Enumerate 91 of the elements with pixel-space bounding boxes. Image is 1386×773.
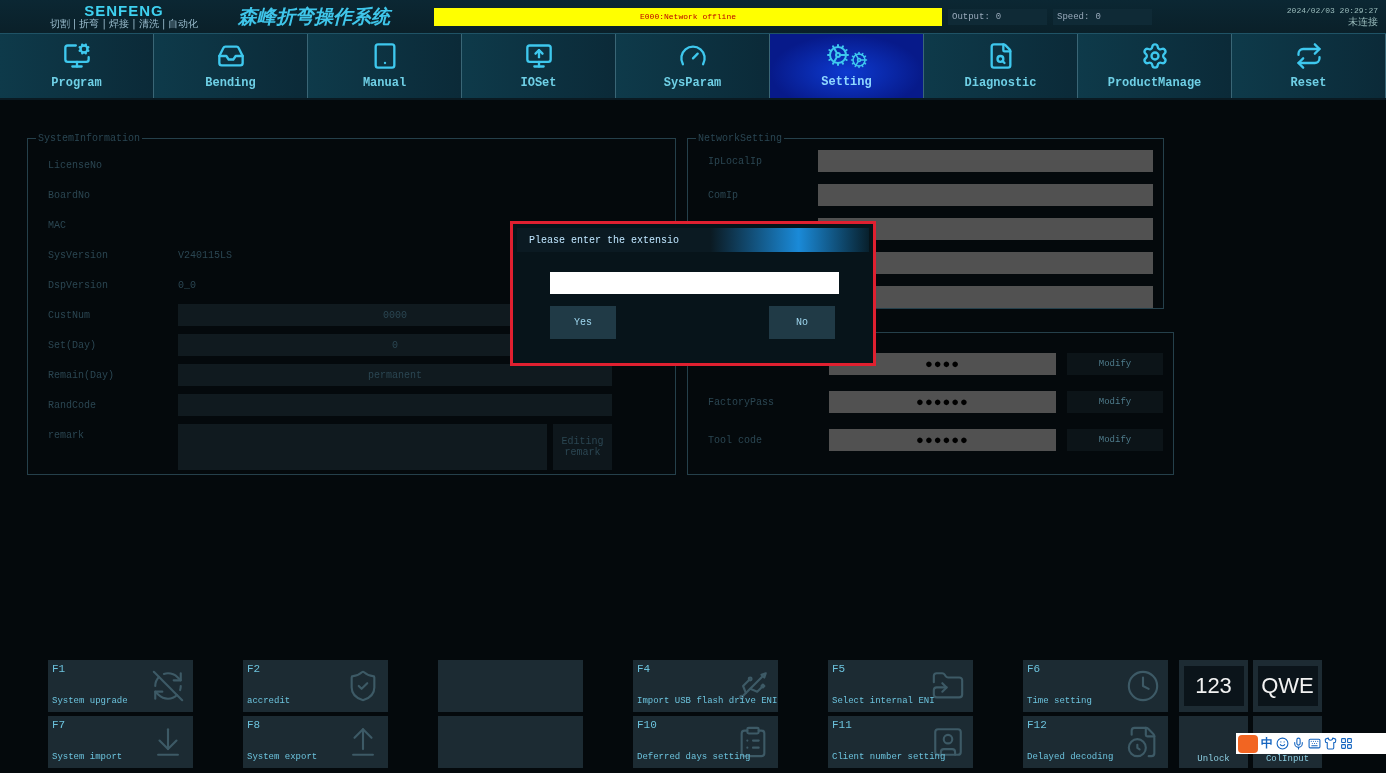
field-label: DspVersion (48, 278, 109, 293)
microphone-icon[interactable] (1292, 737, 1305, 750)
input-field[interactable] (818, 150, 1153, 172)
field-label: CustNum (48, 308, 91, 323)
nav-tab[interactable]: Bending (154, 34, 308, 98)
field-label: remark (48, 428, 85, 443)
function-label: System import (52, 752, 124, 762)
function-key-label: F1 (52, 663, 67, 675)
function-key-button[interactable]: F4 Import USB flash drive ENI (633, 660, 778, 712)
app-title: 森峰折弯操作系统 (238, 3, 434, 30)
nav-tab[interactable]: ProductManage (1078, 34, 1232, 98)
function-label: accredit (247, 696, 292, 706)
field-label: Set(Day) (48, 338, 97, 353)
panel-title: SystemInformation (37, 133, 142, 144)
logo: SENFENG (84, 3, 164, 18)
function-key-button[interactable]: F5 Select internal ENI (828, 660, 973, 712)
function-key-label: F11 (832, 719, 853, 731)
function-key-label: F7 (52, 719, 67, 731)
field-label: Tool code (708, 433, 763, 448)
function-key-button[interactable]: F11 Client number setting (828, 716, 973, 768)
function-key-label: F8 (247, 719, 262, 731)
ime-mode[interactable]: 中 (1261, 735, 1273, 752)
function-label: System upgrade (52, 696, 129, 706)
function-key-label: F12 (1027, 719, 1048, 731)
output-label: Output: (952, 11, 990, 22)
modify-button[interactable]: Modify (1067, 353, 1163, 375)
function-key-button[interactable]: F8 System export (243, 716, 388, 768)
clock-icon (1126, 669, 1160, 703)
field-label: BoardNo (48, 188, 91, 203)
function-key-button[interactable]: F12 Delayed decoding (1023, 716, 1168, 768)
function-label: System export (247, 752, 319, 762)
function-key-label: F6 (1027, 663, 1042, 675)
field-label: SysVersion (48, 248, 109, 263)
nav-tab[interactable]: Program (0, 34, 154, 98)
function-key-label: F2 (247, 663, 262, 675)
input-field[interactable] (550, 272, 839, 294)
function-label: Time setting (1027, 696, 1093, 706)
keyboard-icon[interactable] (1308, 737, 1321, 750)
gears-icon (825, 43, 868, 69)
modify-button[interactable]: Modify (1067, 429, 1163, 451)
function-key-button[interactable]: F2 accredit (243, 660, 388, 712)
nav-tab[interactable]: Reset (1232, 34, 1386, 98)
field-label: Remain(Day) (48, 368, 115, 383)
nav-tab[interactable]: IOSet (462, 34, 616, 98)
speed-value: 0 (1095, 11, 1101, 22)
keyboard-button[interactable]: Unlock (1179, 716, 1248, 768)
yes-button[interactable]: Yes (550, 306, 616, 339)
no-button[interactable]: No (769, 306, 835, 339)
function-label: Client number setting (832, 752, 947, 762)
gear-icon (1140, 42, 1169, 70)
monitor-gear-icon (62, 42, 91, 70)
field-value: V240115LS (178, 248, 233, 263)
alarm-bar: E000:Network offline (434, 7, 942, 26)
function-key-button[interactable]: F1 System upgrade (48, 660, 193, 712)
grid-icon[interactable] (1340, 737, 1353, 750)
nav-tab[interactable]: SysParam (616, 34, 770, 98)
keyboard-button[interactable]: QWE (1253, 660, 1322, 712)
speed-label: Speed: (1057, 11, 1090, 22)
function-key-button[interactable]: F7 System import (48, 716, 193, 768)
function-key-label: F10 (637, 719, 658, 731)
connection-status: 未连接 (1348, 16, 1378, 28)
field-label: LicenseNo (48, 158, 103, 173)
nav-tab[interactable]: Diagnostic (924, 34, 1078, 98)
field-label: FactoryPass (708, 395, 775, 410)
logo-tagline: 切割 | 折弯 | 焊接 | 清洗 | 自动化 (49, 18, 199, 30)
function-key-button[interactable]: F10 Deferred days setting (633, 716, 778, 768)
smiley-icon[interactable] (1276, 737, 1289, 750)
field-label: IpLocalIp (708, 154, 763, 169)
monitor-upload-icon (524, 42, 553, 70)
keyboard-button[interactable]: 123 (1179, 660, 1248, 712)
dialog-title: Please enter the extensio (517, 228, 869, 252)
function-label: Delayed decoding (1027, 752, 1115, 762)
function-label: Select internal ENI (832, 696, 936, 706)
function-key-label: F5 (832, 663, 847, 675)
field-label: RandCode (48, 398, 97, 413)
nav-tab[interactable]: Manual (308, 34, 462, 98)
function-key-label: F4 (637, 663, 652, 675)
function-key-button[interactable]: F6 Time setting (1023, 660, 1168, 712)
ime-logo-icon[interactable] (1238, 734, 1258, 753)
output-value: 0 (995, 11, 1002, 22)
field-label: ComIp (708, 188, 739, 203)
shirt-icon[interactable] (1324, 737, 1337, 750)
modify-button[interactable]: Modify (1067, 391, 1163, 413)
datetime: 2024/02/03 20:29:27 (1286, 5, 1378, 16)
loop-arrow-icon (1294, 42, 1323, 70)
function-label: Deferred days setting (637, 752, 752, 762)
nav-tab[interactable]: Setting (770, 34, 924, 98)
field-value: 0_0 (178, 278, 197, 293)
input-field[interactable] (818, 184, 1153, 206)
field-label: MAC (48, 218, 67, 233)
panel-title: NetworkSetting (697, 133, 783, 144)
